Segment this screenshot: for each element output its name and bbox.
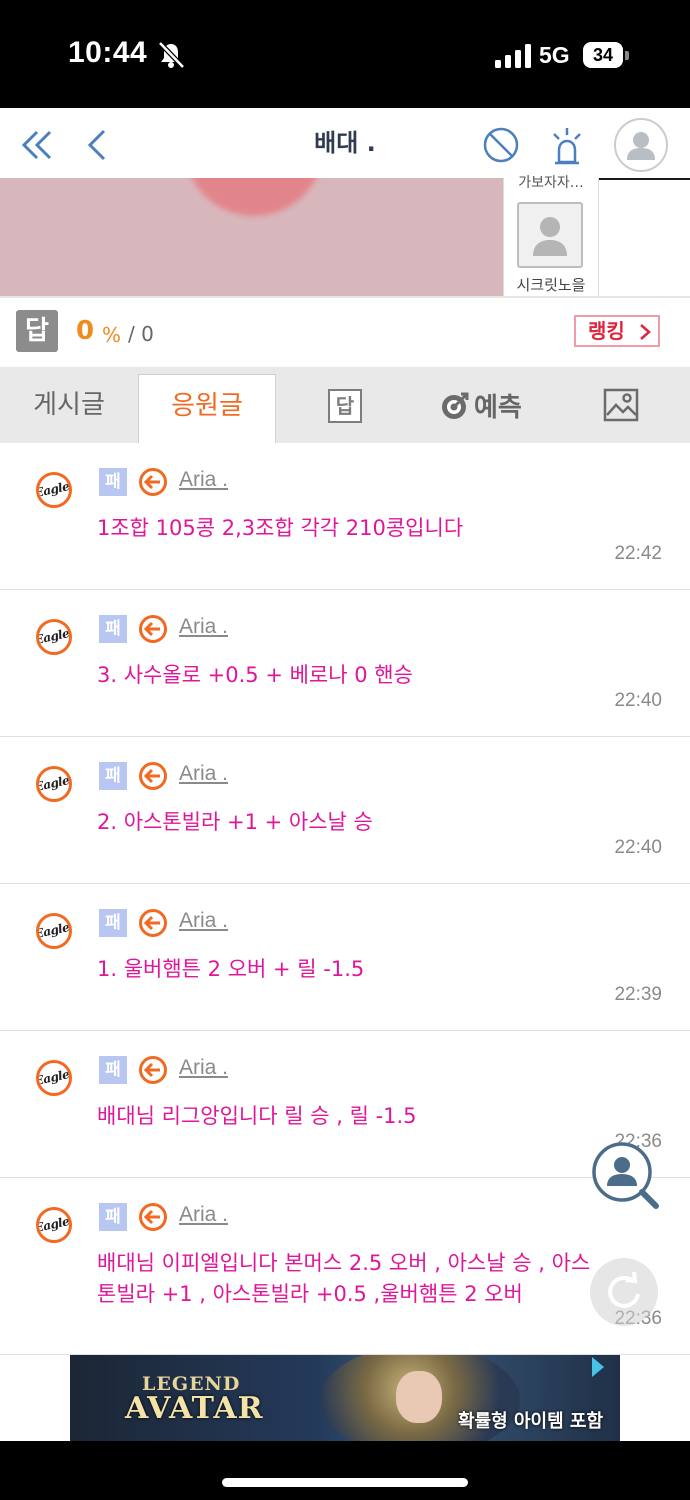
arrow-left-circle-icon bbox=[139, 615, 167, 643]
comment-author[interactable]: Aria . bbox=[179, 909, 228, 933]
comment-item[interactable]: Eagles 패 Aria . 1조합 105콩 2,3조합 각각 210콩입니다 22… bbox=[0, 443, 690, 590]
tab-posts[interactable]: 게시글 bbox=[0, 367, 138, 443]
refresh-icon bbox=[608, 1271, 640, 1308]
user-placeholder-icon bbox=[517, 202, 583, 268]
answer-stats: 답 0 % / 0 랭킹 bbox=[0, 298, 690, 366]
comment-item[interactable]: Eagles 패 Aria . 배대님 리그앙입니다 릴 승 , 릴 -1.5 22:3… bbox=[0, 1031, 690, 1178]
level-badge: 패 bbox=[99, 1056, 127, 1084]
team-logo-text: Eagles bbox=[36, 477, 72, 501]
comment-item[interactable]: Eagles 패 Aria . 1. 울버햄튼 2 오버 + 릴 -1.5 22:39 bbox=[0, 884, 690, 1031]
level-badge: 패 bbox=[99, 615, 127, 643]
team-logo-text: Eagles bbox=[36, 771, 72, 795]
arrow-left-circle-icon bbox=[139, 1056, 167, 1084]
team-logo-icon[interactable]: Eagles bbox=[36, 619, 72, 655]
level-badge: 패 bbox=[99, 468, 127, 496]
ad-caption: 확률형 아이템 포함 bbox=[458, 1411, 604, 1432]
comment-author[interactable]: Aria . bbox=[179, 762, 228, 786]
user-avatar-icon[interactable] bbox=[614, 118, 668, 172]
comment-author[interactable]: Aria . bbox=[179, 1056, 228, 1080]
ad-choices-icon[interactable] bbox=[592, 1357, 604, 1377]
chevron-left-icon[interactable] bbox=[86, 128, 108, 162]
status-bar: 10:44 5G 34 bbox=[0, 0, 690, 108]
answer-percent: 0 bbox=[76, 316, 95, 346]
ad-banner[interactable]: LEGEND AVATAR 확률형 아이템 포함 bbox=[70, 1355, 620, 1441]
percent-sign: % bbox=[102, 323, 122, 347]
double-chevron-left-icon[interactable] bbox=[20, 128, 54, 162]
profile-banner-image bbox=[0, 178, 503, 296]
answer-count: / 0 bbox=[128, 322, 154, 346]
arrow-left-circle-icon bbox=[139, 762, 167, 790]
team-logo-text: Eagles bbox=[36, 1212, 72, 1236]
image-gallery-icon[interactable] bbox=[603, 387, 639, 423]
side-user-top-label: 가보자자… bbox=[518, 175, 584, 191]
signal-icon bbox=[495, 44, 531, 68]
comment-item[interactable]: Eagles 패 Aria . 3. 사수올로 +0.5 + 베로나 0 핸승 22:4… bbox=[0, 590, 690, 737]
tab-cheer[interactable]: 응원글 bbox=[138, 374, 276, 443]
ad-character-face bbox=[396, 1371, 442, 1423]
answer-tab-icon: 답 bbox=[328, 389, 362, 423]
team-logo-icon[interactable]: Eagles bbox=[36, 1207, 72, 1243]
side-user-name: 시크릿노을 bbox=[516, 276, 586, 294]
ranking-label: 랭킹 bbox=[588, 319, 625, 343]
target-icon bbox=[442, 392, 469, 419]
user-search-button[interactable] bbox=[590, 1140, 660, 1210]
comment-time: 22:40 bbox=[614, 690, 662, 711]
banner-decoration bbox=[184, 178, 324, 216]
comment-text: 3. 사수올로 +0.5 + 베로나 0 핸승 bbox=[97, 663, 413, 687]
comment-author[interactable]: Aria . bbox=[179, 468, 228, 492]
status-time: 10:44 bbox=[68, 36, 148, 69]
siren-icon[interactable] bbox=[550, 126, 584, 166]
comment-time: 22:39 bbox=[614, 984, 662, 1005]
top-header: 배대 . bbox=[0, 108, 690, 180]
team-logo-icon[interactable]: Eagles bbox=[36, 913, 72, 949]
comment-text: 배대님 이피엘입니다 본머스 2.5 오버 , 아스날 승 , 아스톤빌라 +1… bbox=[97, 1251, 591, 1306]
chevron-right-icon bbox=[640, 324, 651, 340]
side-user-card[interactable]: 가보자자… 시크릿노을 bbox=[503, 175, 599, 296]
home-bar bbox=[0, 1441, 690, 1500]
ranking-button[interactable]: 랭킹 bbox=[574, 315, 660, 347]
refresh-button[interactable] bbox=[590, 1258, 658, 1326]
comment-author[interactable]: Aria . bbox=[179, 1203, 228, 1227]
team-logo-text: Eagles bbox=[36, 624, 72, 648]
battery-icon: 34 bbox=[583, 42, 623, 68]
team-logo-icon[interactable]: Eagles bbox=[36, 766, 72, 802]
ad-logo-line2: AVATAR bbox=[125, 1391, 264, 1426]
level-badge: 패 bbox=[99, 909, 127, 937]
tab-predict-label[interactable]: 예측 bbox=[474, 367, 522, 449]
tab-bar: 게시글 응원글 답 예측 bbox=[0, 367, 690, 443]
arrow-left-circle-icon bbox=[139, 468, 167, 496]
tab-answer[interactable]: 답 bbox=[276, 367, 414, 443]
bell-muted-icon bbox=[158, 41, 185, 69]
comment-time: 22:42 bbox=[614, 543, 662, 564]
team-logo-icon[interactable]: Eagles bbox=[36, 1060, 72, 1096]
team-logo-text: Eagles bbox=[36, 918, 72, 942]
team-logo-icon[interactable]: Eagles bbox=[36, 472, 72, 508]
level-badge: 패 bbox=[99, 762, 127, 790]
answer-badge: 답 bbox=[16, 310, 58, 352]
comment-text: 배대님 리그앙입니다 릴 승 , 릴 -1.5 bbox=[97, 1104, 417, 1128]
comment-time: 22:40 bbox=[614, 837, 662, 858]
level-badge: 패 bbox=[99, 1203, 127, 1231]
comment-text: 1. 울버햄튼 2 오버 + 릴 -1.5 bbox=[97, 957, 365, 981]
home-indicator[interactable] bbox=[222, 1478, 468, 1487]
team-logo-text: Eagles bbox=[36, 1065, 72, 1089]
network-type: 5G bbox=[539, 42, 570, 68]
comment-item[interactable]: Eagles 패 Aria . 배대님 이피엘입니다 본머스 2.5 오버 , 아스날… bbox=[0, 1178, 690, 1355]
comment-text: 1조합 105콩 2,3조합 각각 210콩입니다 bbox=[97, 516, 464, 540]
comment-item[interactable]: Eagles 패 Aria . 2. 아스톤빌라 +1 + 아스날 승 22:40 bbox=[0, 737, 690, 884]
block-icon[interactable] bbox=[482, 126, 520, 164]
arrow-left-circle-icon bbox=[139, 909, 167, 937]
battery-tip bbox=[625, 51, 629, 60]
comment-author[interactable]: Aria . bbox=[179, 615, 228, 639]
arrow-left-circle-icon bbox=[139, 1203, 167, 1231]
comment-text: 2. 아스톤빌라 +1 + 아스날 승 bbox=[97, 810, 373, 834]
